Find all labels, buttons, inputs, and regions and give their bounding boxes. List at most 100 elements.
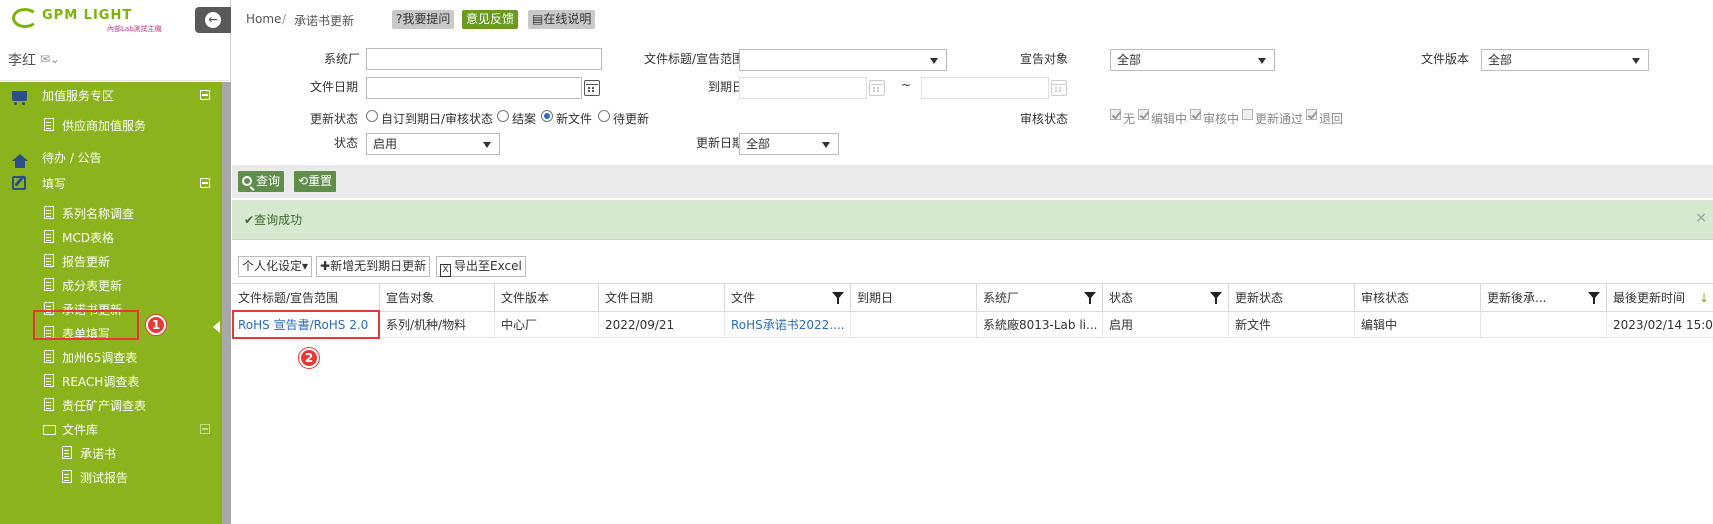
column-header[interactable]: 文件日期: [599, 284, 725, 312]
sidebar-item-label: 填写: [42, 177, 67, 191]
radio-label: 待更新: [613, 112, 650, 126]
filter-icon[interactable]: [1210, 292, 1222, 304]
filter-icon[interactable]: [832, 292, 844, 304]
online-help-button[interactable]: ▤在线说明: [528, 10, 596, 29]
column-header-label: 最後更新时间: [1613, 291, 1686, 305]
mail-dropdown-icon[interactable]: ✉⌄: [40, 52, 60, 66]
sidebar-item-todo[interactable]: 待办 / 公告: [0, 146, 222, 170]
version-select[interactable]: 全部: [1481, 49, 1649, 71]
annotation-highlight-menu: [33, 310, 139, 340]
user-name[interactable]: 李红: [8, 50, 36, 70]
close-icon[interactable]: ×: [1695, 210, 1707, 226]
sidebar-item-value-added[interactable]: 加值服务专区: [0, 84, 222, 108]
target-select[interactable]: 全部: [1110, 49, 1275, 71]
filter-icon[interactable]: [1588, 292, 1600, 304]
column-header-sorted[interactable]: 最後更新时间 ↓: [1607, 284, 1713, 312]
feedback-button[interactable]: 意见反馈: [462, 10, 519, 29]
home-icon: [12, 154, 28, 168]
state-select[interactable]: 启用: [366, 133, 500, 155]
table-cell: 系列/机种/物料: [380, 313, 495, 338]
personalize-button[interactable]: 个人化设定▾: [238, 256, 313, 277]
checkbox-none[interactable]: [1110, 109, 1121, 120]
sidebar-item-reach[interactable]: REACH调查表: [0, 370, 222, 394]
sidebar-item-label: 待办 / 公告: [42, 151, 102, 165]
column-header-with-filter[interactable]: 状态: [1103, 284, 1229, 312]
chevron-down-icon: [483, 142, 491, 148]
document-icon: [44, 230, 54, 243]
column-header[interactable]: 审核状态: [1355, 284, 1481, 312]
column-header[interactable]: 到期日: [851, 284, 977, 312]
active-item-marker: [213, 321, 220, 333]
review-status-label: 审核状态: [1019, 112, 1068, 126]
update-date-select[interactable]: 全部: [739, 133, 839, 155]
table-cell-file-link[interactable]: RoHS承诺书2022....: [725, 313, 851, 338]
checkbox-reviewing[interactable]: [1190, 109, 1201, 120]
app-logo[interactable]: GPM LIGHT 內部Lab測試主機: [12, 6, 172, 34]
export-excel-button[interactable]: X 导出至Excel: [436, 256, 526, 277]
plus-icon: ✚: [320, 259, 331, 273]
add-label: 新增无到期日更新: [330, 259, 427, 273]
breadcrumb-home[interactable]: Home: [246, 12, 281, 26]
column-header-with-filter[interactable]: 文件: [725, 284, 851, 312]
checkbox-editing[interactable]: [1138, 109, 1149, 120]
sidebar-item-fill[interactable]: 填写: [0, 172, 222, 196]
sidebar-item-file-library[interactable]: 文件库: [0, 418, 222, 442]
sidebar-item-conflict-minerals[interactable]: 责任矿产调查表: [0, 394, 222, 418]
factory-input[interactable]: [366, 48, 602, 70]
sidebar-item-label: 成分表更新: [62, 279, 123, 293]
ask-question-button[interactable]: ?我要提问: [392, 10, 455, 29]
version-label: 文件版本: [1420, 52, 1469, 66]
collapse-icon[interactable]: [200, 178, 210, 188]
radio-new-file[interactable]: [541, 110, 553, 122]
column-header-label: 更新後承...: [1487, 291, 1547, 305]
sidebar-scrollbar[interactable]: [222, 82, 231, 524]
reset-button[interactable]: ⟲重置: [294, 171, 337, 192]
filter-icon[interactable]: [1084, 292, 1096, 304]
sidebar-item-mcd[interactable]: MCD表格: [0, 226, 222, 250]
checkbox-update-passed[interactable]: [1242, 109, 1253, 120]
column-header[interactable]: 文件标题/宣告范围: [232, 284, 380, 312]
column-header[interactable]: 宣告对象: [380, 284, 495, 312]
radio-pending[interactable]: [598, 110, 610, 122]
file-title-select[interactable]: [739, 49, 947, 71]
document-icon: [62, 446, 72, 459]
arrow-left-icon: ←: [205, 12, 221, 28]
query-button[interactable]: 查询: [238, 171, 285, 192]
calendar-icon[interactable]: [1051, 80, 1067, 96]
expiry-from-input[interactable]: [739, 77, 867, 99]
sidebar-collapse-button[interactable]: ←: [195, 7, 231, 33]
annotation-highlight-row: [232, 310, 380, 339]
sidebar-item-commitment[interactable]: 承诺书: [0, 442, 222, 466]
radio-closed[interactable]: [497, 110, 509, 122]
column-header[interactable]: 文件版本: [495, 284, 599, 312]
sidebar-item-series-survey[interactable]: 系列名称调查: [0, 202, 222, 226]
range-separator: ~: [901, 78, 912, 92]
expiry-to-input[interactable]: [921, 77, 1049, 99]
collapse-icon[interactable]: [200, 424, 210, 434]
column-header[interactable]: 更新状态: [1229, 284, 1355, 312]
user-bar: 李红 ✉⌄: [0, 40, 231, 81]
checkbox-returned[interactable]: [1306, 109, 1317, 120]
sidebar-item-composition-update[interactable]: 成分表更新: [0, 274, 222, 298]
file-date-input[interactable]: [366, 77, 582, 99]
document-icon: [44, 398, 54, 411]
file-title-label: 文件标题/宣告范围: [643, 52, 744, 66]
collapse-icon[interactable]: [200, 90, 210, 100]
column-header-with-filter[interactable]: 更新後承...: [1481, 284, 1607, 312]
column-header-with-filter[interactable]: 系统厂: [977, 284, 1103, 312]
add-no-expiry-update-button[interactable]: ✚新增无到期日更新: [316, 256, 431, 277]
calendar-icon[interactable]: [584, 80, 600, 96]
table-cell: 系統廠8013-Lab li...: [977, 313, 1103, 338]
checkbox-label: 编辑中: [1151, 112, 1188, 126]
radio-custom[interactable]: [366, 110, 378, 122]
export-label: 导出至Excel: [454, 259, 522, 273]
document-icon: [44, 254, 54, 267]
sidebar-item-report-update[interactable]: 报告更新: [0, 250, 222, 274]
sidebar-item-test-report[interactable]: 测试报告: [0, 466, 222, 490]
table-cell: 中心厂: [495, 313, 599, 338]
sidebar-item-supplier-service[interactable]: 供应商加值服务: [0, 114, 222, 138]
book-icon: ▤: [532, 12, 544, 26]
sidebar-item-prop65[interactable]: 加州65调查表: [0, 346, 222, 370]
calendar-icon[interactable]: [869, 80, 885, 96]
update-status-label: 更新状态: [309, 112, 358, 126]
